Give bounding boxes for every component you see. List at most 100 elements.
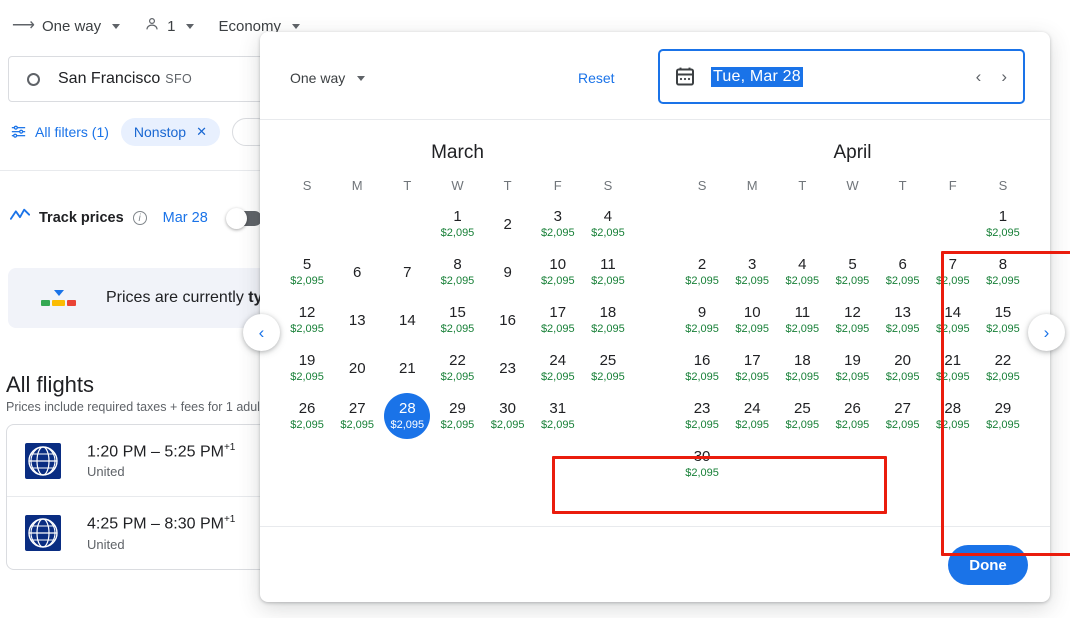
day-cell-march-23[interactable]: 23 (483, 344, 533, 392)
day-cell-march-1[interactable]: 1 $2,095 (432, 200, 482, 248)
day-cell-april-27[interactable]: 27 $2,095 (878, 392, 928, 440)
flight-airline: United (87, 464, 125, 480)
done-button[interactable]: Done (948, 545, 1028, 585)
day-cell-march-22[interactable]: 22 $2,095 (432, 344, 482, 392)
departure-date-value[interactable]: Tue, Mar 28 (711, 66, 803, 87)
day-cell-april-13[interactable]: 13 $2,095 (878, 296, 928, 344)
chevron-right-icon[interactable]: › (1001, 67, 1007, 87)
day-cell-april-20[interactable]: 20 $2,095 (878, 344, 928, 392)
day-price: $2,095 (885, 371, 920, 383)
chevron-left-icon[interactable]: ‹ (976, 67, 982, 87)
day-cell-april-12[interactable]: 12 $2,095 (827, 296, 877, 344)
day-cell-march-16[interactable]: 16 (483, 296, 533, 344)
day-cell-april-17[interactable]: 17 $2,095 (727, 344, 777, 392)
day-cell-april-3[interactable]: 3 $2,095 (727, 248, 777, 296)
day-cell-march-29[interactable]: 29 $2,095 (432, 392, 482, 440)
day-cell-march-18[interactable]: 18 $2,095 (583, 296, 633, 344)
day-cell-april-5[interactable]: 5 $2,095 (827, 248, 877, 296)
weekday-header-row: SMTWTFS (260, 178, 655, 200)
person-icon (144, 16, 160, 36)
day-price: $2,095 (735, 371, 770, 383)
day-cell-april-11[interactable]: 11 $2,095 (777, 296, 827, 344)
day-number: 9 (503, 263, 512, 281)
trip-type-selector[interactable]: ⟶ One way (0, 10, 132, 42)
passengers-selector[interactable]: 1 (132, 10, 206, 42)
track-prices-toggle[interactable] (225, 207, 262, 229)
day-cell-april-30[interactable]: 30 $2,095 (677, 440, 727, 488)
day-number: 15 (994, 304, 1012, 321)
reset-button[interactable]: Reset (578, 70, 615, 86)
track-prices-date[interactable]: Mar 28 (163, 210, 208, 226)
day-cell-march-6[interactable]: 6 (332, 248, 382, 296)
day-number: 14 (944, 304, 962, 321)
day-price: $2,095 (986, 227, 1020, 239)
day-cell-april-2[interactable]: 2 $2,095 (677, 248, 727, 296)
day-price: $2,095 (440, 227, 475, 239)
info-icon[interactable]: i (132, 211, 147, 225)
day-cell-march-9[interactable]: 9 (483, 248, 533, 296)
day-cell-april-18[interactable]: 18 $2,095 (777, 344, 827, 392)
day-cell-march-21[interactable]: 21 (382, 344, 432, 392)
weekday-header: M (746, 178, 758, 193)
day-cell-april-7[interactable]: 7 $2,095 (928, 248, 978, 296)
day-cell-march-20[interactable]: 20 (332, 344, 382, 392)
departure-date-field[interactable]: Tue, Mar 28 ‹ › (658, 49, 1025, 104)
day-cell-april-14[interactable]: 14 $2,095 (928, 296, 978, 344)
day-cell-march-8[interactable]: 8 $2,095 (432, 248, 482, 296)
flight-row[interactable]: 1:20 PM – 5:25 PM+1 United (7, 425, 295, 497)
day-cell-april-23[interactable]: 23 $2,095 (677, 392, 727, 440)
day-price: $2,095 (785, 323, 820, 335)
day-cell-march-28[interactable]: 28 $2,095 (382, 392, 432, 440)
day-cell-march-24[interactable]: 24 $2,095 (533, 344, 583, 392)
day-cell-april-8[interactable]: 8 $2,095 (978, 248, 1028, 296)
day-cell-april-28[interactable]: 28 $2,095 (928, 392, 978, 440)
flight-row[interactable]: 4:25 PM – 8:30 PM+1 United (7, 497, 295, 569)
day-cell-april-15[interactable]: 15 $2,095 (978, 296, 1028, 344)
day-cell-april-25[interactable]: 25 $2,095 (777, 392, 827, 440)
day-cell-march-26[interactable]: 26 $2,095 (282, 392, 332, 440)
day-cell-march-19[interactable]: 19 $2,095 (282, 344, 332, 392)
day-cell-april-1[interactable]: 1 $2,095 (978, 200, 1028, 248)
day-cell-march-25[interactable]: 25 $2,095 (583, 344, 633, 392)
day-cell-april-22[interactable]: 22 $2,095 (978, 344, 1028, 392)
day-cell-april-16[interactable]: 16 $2,095 (677, 344, 727, 392)
day-cell-march-14[interactable]: 14 (382, 296, 432, 344)
filter-sliders-icon (10, 123, 27, 142)
all-filters-button[interactable]: All filters (1) (10, 123, 109, 142)
day-cell-march-2[interactable]: 2 (483, 200, 533, 248)
filter-chip-nonstop[interactable]: Nonstop ✕ (120, 118, 220, 146)
day-cell-march-5[interactable]: 5 $2,095 (282, 248, 332, 296)
day-cell-april-10[interactable]: 10 $2,095 (727, 296, 777, 344)
weekday-header: S (697, 178, 707, 193)
close-icon[interactable]: ✕ (196, 124, 207, 140)
dialog-footer: Done (260, 526, 1050, 602)
day-cell-march-13[interactable]: 13 (332, 296, 382, 344)
day-cell-march-10[interactable]: 10 $2,095 (533, 248, 583, 296)
day-cell-april-6[interactable]: 6 $2,095 (878, 248, 928, 296)
day-cell-march-7[interactable]: 7 (382, 248, 432, 296)
day-cell-april-24[interactable]: 24 $2,095 (727, 392, 777, 440)
day-number: 20 (348, 359, 366, 377)
day-cell-april-19[interactable]: 19 $2,095 (827, 344, 877, 392)
day-cell-march-4[interactable]: 4 $2,095 (583, 200, 633, 248)
day-number: 16 (499, 311, 516, 329)
day-cell-march-12[interactable]: 12 $2,095 (282, 296, 332, 344)
day-cell-march-11[interactable]: 11 $2,095 (583, 248, 633, 296)
day-cell-april-29[interactable]: 29 $2,095 (978, 392, 1028, 440)
weekday-header: T (503, 178, 512, 193)
day-cell-march-31[interactable]: 31 $2,095 (533, 392, 583, 440)
day-cell-april-9[interactable]: 9 $2,095 (677, 296, 727, 344)
day-price: $2,095 (290, 419, 324, 431)
day-cell-april-4[interactable]: 4 $2,095 (777, 248, 827, 296)
day-price: $2,095 (986, 419, 1020, 431)
day-cell-april-21[interactable]: 21 $2,095 (928, 344, 978, 392)
day-cell-march-15[interactable]: 15 $2,095 (432, 296, 482, 344)
dialog-trip-type-selector[interactable]: One way (290, 70, 366, 86)
prev-page-button[interactable]: ‹ (243, 314, 280, 351)
day-cell-march-30[interactable]: 30 $2,095 (483, 392, 533, 440)
day-cell-march-17[interactable]: 17 $2,095 (533, 296, 583, 344)
next-page-button[interactable]: › (1028, 314, 1065, 351)
day-cell-april-26[interactable]: 26 $2,095 (827, 392, 877, 440)
day-cell-march-27[interactable]: 27 $2,095 (332, 392, 382, 440)
day-cell-march-3[interactable]: 3 $2,095 (533, 200, 583, 248)
